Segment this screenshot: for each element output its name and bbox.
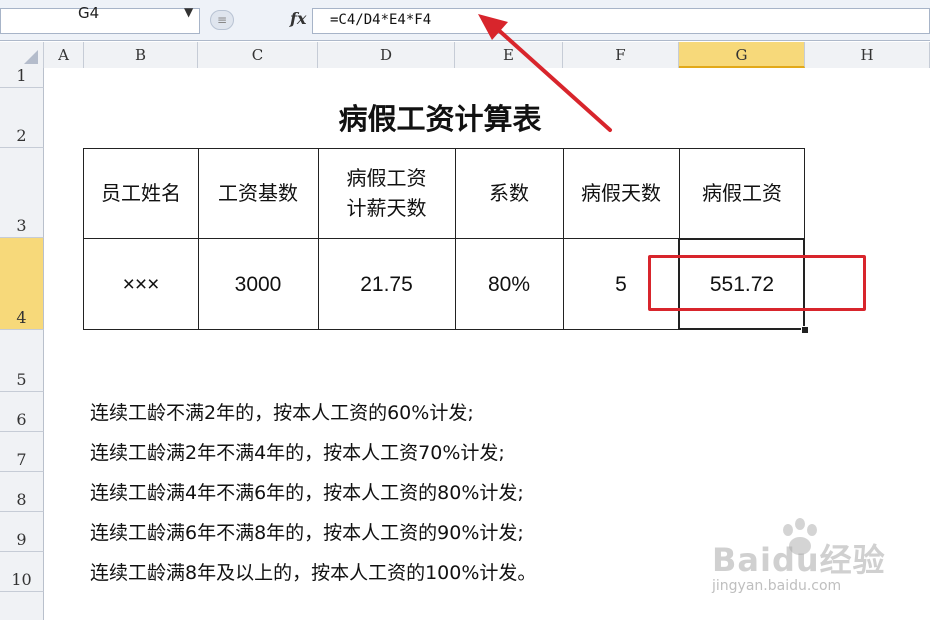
- note-line[interactable]: 连续工龄满8年及以上的，按本人工资的100%计发。: [90, 558, 536, 585]
- column-header-h[interactable]: H: [805, 42, 930, 68]
- header-sick-leave-pay[interactable]: 病假工资: [679, 148, 805, 238]
- cell-d4[interactable]: 21.75: [318, 239, 455, 330]
- header-coefficient[interactable]: 系数: [455, 148, 563, 238]
- name-box[interactable]: [0, 8, 200, 34]
- row-header-3[interactable]: 3: [0, 148, 44, 238]
- row-header-4[interactable]: 4: [0, 238, 44, 330]
- cell-c4[interactable]: 3000: [198, 239, 318, 330]
- column-header-b[interactable]: B: [84, 42, 198, 68]
- note-line[interactable]: 连续工龄满4年不满6年的，按本人工资的80%计发;: [90, 478, 524, 505]
- row-header-7[interactable]: 7: [0, 432, 44, 472]
- header-sick-leave-days[interactable]: 病假天数: [563, 148, 679, 238]
- cell-b4[interactable]: ×××: [84, 239, 198, 330]
- name-box-value: G4: [78, 4, 100, 22]
- watermark-url: jingyan.baidu.com: [712, 578, 842, 594]
- note-line[interactable]: 连续工龄满6年不满8年的，按本人工资的90%计发;: [90, 518, 524, 545]
- formula-text: =C4/D4*E4*F4: [330, 12, 432, 28]
- row-header-6[interactable]: 6: [0, 392, 44, 432]
- annotation-arrow-icon: [478, 14, 612, 132]
- column-header-a[interactable]: A: [44, 42, 84, 68]
- row-header-5[interactable]: 5: [0, 330, 44, 392]
- column-header-d[interactable]: D: [318, 42, 455, 68]
- watermark-logo: Baidu经验: [712, 541, 886, 579]
- select-all-triangle-icon: [24, 50, 38, 64]
- annotation-highlight-box: [648, 255, 866, 311]
- name-box-dropdown-icon[interactable]: ▼: [184, 5, 193, 19]
- insert-function-icon[interactable]: fx: [290, 9, 306, 28]
- row-header-11[interactable]: [0, 592, 44, 620]
- header-wage-base[interactable]: 工资基数: [198, 148, 318, 238]
- fill-handle[interactable]: [801, 326, 809, 334]
- row-header-2[interactable]: 2: [0, 88, 44, 148]
- row-header-8[interactable]: 8: [0, 472, 44, 512]
- cell-e4[interactable]: 80%: [455, 239, 563, 330]
- row-header-9[interactable]: 9: [0, 512, 44, 552]
- row-header-10[interactable]: 10: [0, 552, 44, 592]
- column-header-g[interactable]: G: [679, 42, 805, 68]
- column-header-c[interactable]: C: [198, 42, 318, 68]
- formula-bar-toggle-icon[interactable]: ≡: [210, 10, 234, 30]
- note-line[interactable]: 连续工龄不满2年的，按本人工资的60%计发;: [90, 398, 474, 425]
- header-sick-leave-paid-days[interactable]: 病假工资 计薪天数: [318, 148, 455, 238]
- note-line[interactable]: 连续工龄满2年不满4年的，按本人工资70%计发;: [90, 438, 505, 465]
- header-employee-name[interactable]: 员工姓名: [84, 148, 198, 238]
- row-header-1[interactable]: 1: [0, 66, 44, 88]
